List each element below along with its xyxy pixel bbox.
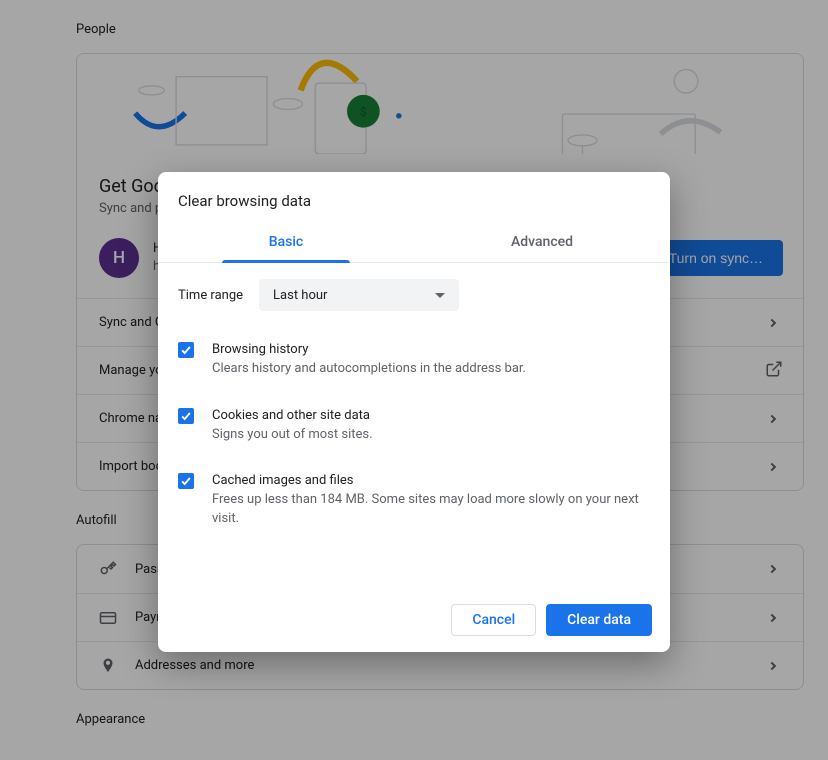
dropdown-icon (435, 293, 445, 298)
time-range-value: Last hour (273, 288, 327, 303)
cancel-button[interactable]: Cancel (451, 604, 536, 636)
checkbox-cache[interactable] (178, 473, 194, 489)
option-subtitle: Frees up less than 184 MB. Some sites ma… (212, 491, 650, 529)
tab-basic[interactable]: Basic (158, 220, 414, 262)
option-cache[interactable]: Cached images and files Frees up less th… (178, 458, 650, 543)
time-range-label: Time range (178, 288, 243, 303)
option-title: Cookies and other site data (212, 407, 650, 426)
option-title: Browsing history (212, 341, 650, 360)
option-cookies[interactable]: Cookies and other site data Signs you ou… (178, 393, 650, 459)
dialog-tabs: Basic Advanced (158, 220, 670, 263)
dialog-actions: Cancel Clear data (451, 604, 652, 636)
option-subtitle: Signs you out of most sites. (212, 426, 650, 445)
modal-backdrop[interactable]: Clear browsing data Basic Advanced Time … (0, 0, 828, 760)
checkbox-browsing-history[interactable] (178, 342, 194, 358)
clear-data-button[interactable]: Clear data (546, 604, 652, 636)
time-range-row: Time range Last hour (158, 263, 670, 319)
options-list: Browsing history Clears history and auto… (158, 319, 670, 551)
time-range-select[interactable]: Last hour (259, 279, 459, 311)
tab-advanced[interactable]: Advanced (414, 220, 670, 262)
dialog-title: Clear browsing data (158, 172, 670, 214)
option-browsing-history[interactable]: Browsing history Clears history and auto… (178, 327, 650, 393)
clear-browsing-data-dialog: Clear browsing data Basic Advanced Time … (158, 172, 670, 652)
option-subtitle: Clears history and autocompletions in th… (212, 360, 650, 379)
checkbox-cookies[interactable] (178, 408, 194, 424)
option-title: Cached images and files (212, 472, 650, 491)
